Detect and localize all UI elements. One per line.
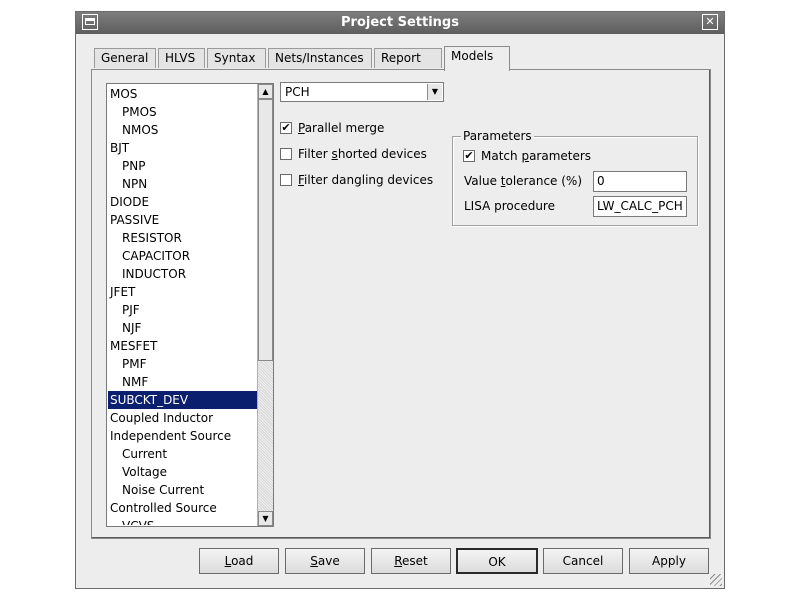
parameters-group: Parameters ✔ Match parameters Value toler… xyxy=(452,129,698,226)
tree-item[interactable]: Current xyxy=(108,445,257,463)
device-tree-list: MOS PMOS NMOS BJT PNP NPN DIODE PASSIVE RESISTOR… xyxy=(108,85,257,525)
tab-models[interactable]: Models xyxy=(444,46,510,71)
apply-button[interactable]: Apply xyxy=(629,548,709,574)
tree-item[interactable]: BJT xyxy=(108,139,257,157)
tree-item[interactable]: PASSIVE xyxy=(108,211,257,229)
lisa-procedure-label: LISA procedure xyxy=(464,199,555,213)
tree-item[interactable]: PMF xyxy=(108,355,257,373)
cancel-button[interactable]: Cancel xyxy=(543,548,623,574)
tree-item[interactable]: CAPACITOR xyxy=(108,247,257,265)
chevron-down-icon[interactable]: ▼ xyxy=(427,84,442,100)
lisa-procedure-input[interactable]: LW_CALC_PCH xyxy=(593,196,687,217)
scroll-down-icon[interactable]: ▼ xyxy=(258,511,273,526)
tree-item[interactable]: NJF xyxy=(108,319,257,337)
tab-syntax[interactable]: Syntax xyxy=(207,48,266,68)
match-parameters-label: Match parameters xyxy=(481,149,592,163)
tree-item[interactable]: Coupled Inductor xyxy=(108,409,257,427)
tab-hlvs[interactable]: HLVS xyxy=(158,48,205,68)
tree-item[interactable]: Noise Current xyxy=(108,481,257,499)
tree-item[interactable]: NPN xyxy=(108,175,257,193)
filter-dangling-label: Filter dangling devices xyxy=(298,173,434,187)
tab-report[interactable]: Report xyxy=(374,48,442,68)
models-tab-panel: MOS PMOS NMOS BJT PNP NPN DIODE PASSIVE RESISTOR… xyxy=(91,69,711,539)
tree-item[interactable]: DIODE xyxy=(108,193,257,211)
filter-shorted-option[interactable]: Filter shorted devices xyxy=(280,146,427,164)
title-bar[interactable]: Project Settings ✕ xyxy=(76,12,724,34)
tree-item[interactable]: NMF xyxy=(108,373,257,391)
match-parameters-option[interactable]: ✔ Match parameters xyxy=(463,148,591,166)
filter-dangling-option[interactable]: Filter dangling devices xyxy=(280,172,433,190)
value-tolerance-input[interactable]: 0 xyxy=(593,171,687,192)
parallel-merge-label: Parallel merge xyxy=(298,121,385,135)
ok-button[interactable]: OK xyxy=(456,548,538,574)
tree-item[interactable]: JFET xyxy=(108,283,257,301)
filter-dangling-checkbox[interactable] xyxy=(280,173,292,186)
tree-item[interactable]: INDUCTOR xyxy=(108,265,257,283)
value-tolerance-label: Value tolerance (%) xyxy=(464,174,583,188)
model-select[interactable]: PCH ▼ xyxy=(280,82,444,102)
tree-item[interactable]: Independent Source xyxy=(108,427,257,445)
tree-scrollbar[interactable]: ▲ ▼ xyxy=(257,84,273,526)
match-parameters-checkbox[interactable]: ✔ xyxy=(463,149,475,162)
parallel-merge-option[interactable]: ✔ Parallel merge xyxy=(280,120,384,138)
close-icon[interactable]: ✕ xyxy=(702,14,718,30)
tree-item[interactable]: PNP xyxy=(108,157,257,175)
parallel-merge-checkbox[interactable]: ✔ xyxy=(280,121,292,134)
load-button[interactable]: Load xyxy=(199,548,279,574)
scroll-up-icon[interactable]: ▲ xyxy=(258,84,273,99)
tree-item[interactable]: Voltage xyxy=(108,463,257,481)
tree-item[interactable]: PJF xyxy=(108,301,257,319)
filter-shorted-label: Filter shorted devices xyxy=(298,147,427,161)
scrollbar-thumb[interactable] xyxy=(258,99,273,361)
reset-button[interactable]: Reset xyxy=(371,548,451,574)
tab-nets-instances[interactable]: Nets/Instances xyxy=(268,48,372,68)
device-tree[interactable]: MOS PMOS NMOS BJT PNP NPN DIODE PASSIVE RESISTOR… xyxy=(106,83,274,527)
parameters-legend: Parameters xyxy=(461,129,534,143)
tree-item[interactable]: Controlled Source xyxy=(108,499,257,517)
tree-item[interactable]: NMOS xyxy=(108,121,257,139)
filter-shorted-checkbox[interactable] xyxy=(280,147,292,160)
model-select-value: PCH xyxy=(285,85,310,99)
tab-general[interactable]: General xyxy=(94,48,156,68)
project-settings-dialog: Project Settings ✕ General HLVS Syntax N… xyxy=(75,11,725,589)
tree-item[interactable]: PMOS xyxy=(108,103,257,121)
window-title: Project Settings xyxy=(341,15,459,30)
tree-item[interactable]: RESISTOR xyxy=(108,229,257,247)
tree-item[interactable]: VCVS xyxy=(108,517,257,525)
tree-item[interactable]: MESFET xyxy=(108,337,257,355)
resize-grip-icon[interactable] xyxy=(710,574,722,586)
save-button[interactable]: Save xyxy=(285,548,365,574)
tree-item[interactable]: MOS xyxy=(108,85,257,103)
tree-item[interactable]: SUBCKT_DEV xyxy=(108,391,257,409)
